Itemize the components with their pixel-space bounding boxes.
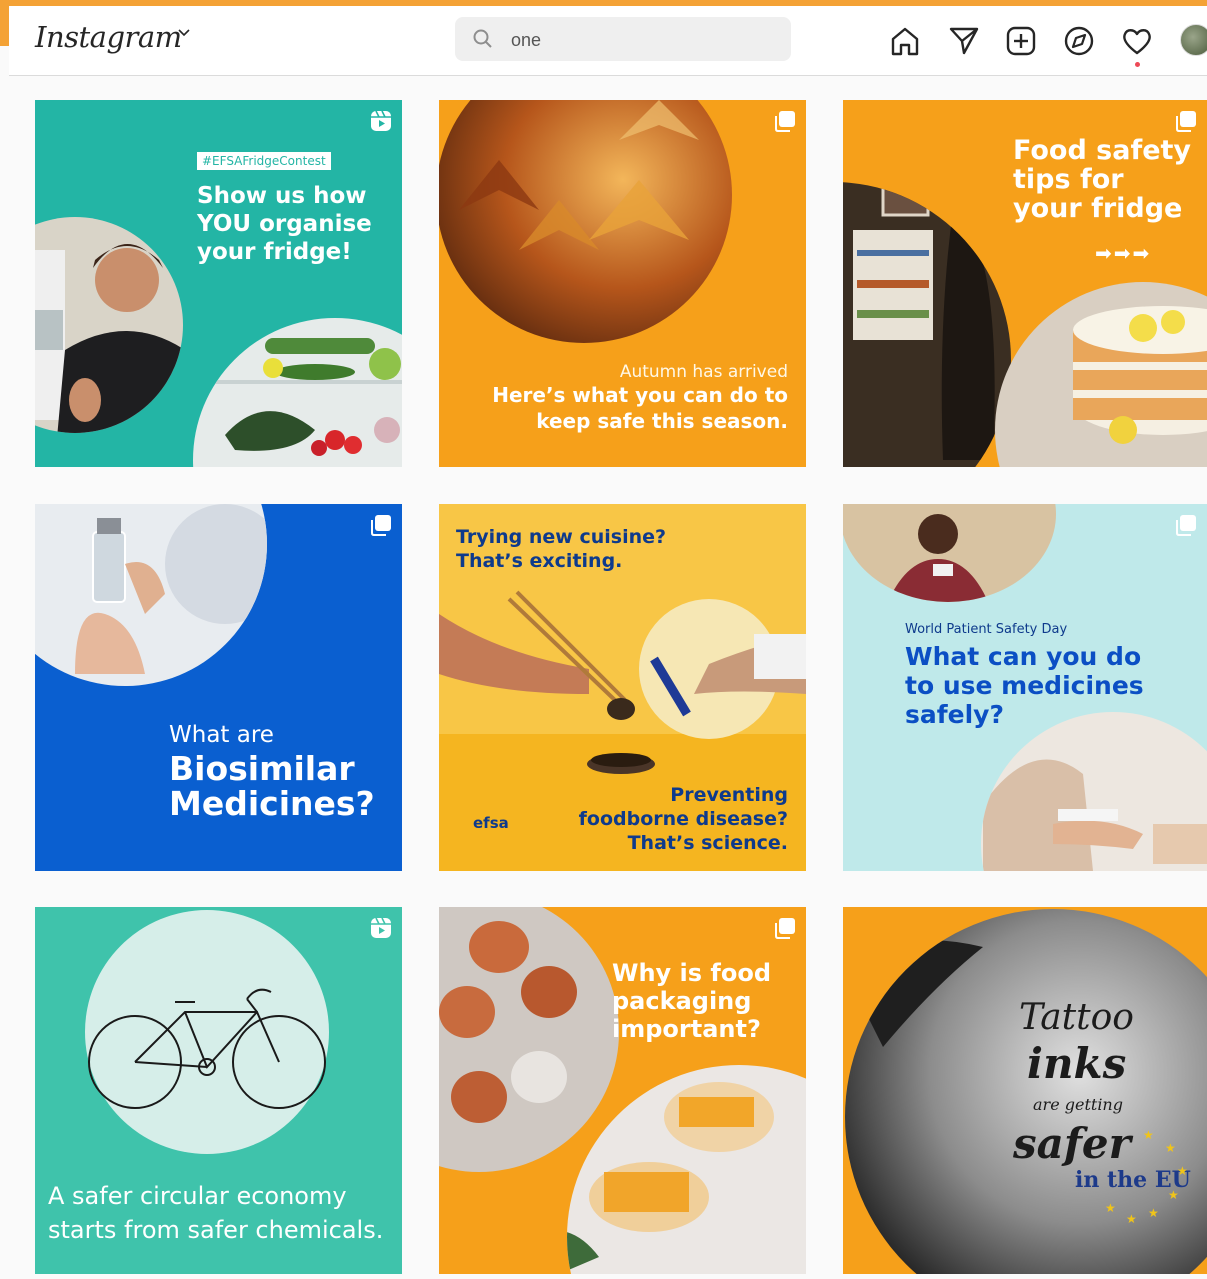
mango-cups-photo (567, 1065, 806, 1274)
post-food-packaging[interactable]: Why is food packaging important? (439, 907, 806, 1274)
post-line2: Biosimilar (169, 749, 355, 788)
post-headline-line1: Here’s what you can do to (492, 383, 788, 407)
post-line2: starts from safer chemicals. (48, 1216, 384, 1244)
post-line1: What are (169, 722, 274, 748)
post-new-cuisine[interactable]: Trying new cuisine? That’s exciting. efs… (439, 504, 806, 871)
post-line1: A safer circular economy (48, 1182, 347, 1210)
instagram-logo[interactable]: Instagram (35, 20, 182, 54)
fridge-vegetables-photo (193, 318, 402, 467)
svg-text:★: ★ (1143, 1128, 1154, 1142)
post-bottom-line1: Preventing (670, 784, 788, 806)
post-fridge-contest[interactable]: #EFSAFridgeContest Show us how YOU organ… (35, 100, 402, 467)
post-patient-safety[interactable]: World Patient Safety Day What can you do… (843, 504, 1207, 871)
top-nav-bar: Instagram (9, 6, 1207, 76)
post-tattoo-inks[interactable]: Tattoo inks are getting safer in the EU … (843, 907, 1207, 1274)
home-icon[interactable] (889, 26, 921, 56)
post-food-safety-fridge[interactable]: Food safety tips for your fridge ➡➡➡ (843, 100, 1207, 467)
search-input[interactable] (509, 27, 773, 53)
efsa-logo: efsa (473, 814, 509, 832)
browser-accent-edge (0, 6, 9, 46)
search-bar[interactable] (455, 17, 791, 61)
svg-text:★: ★ (1168, 1188, 1179, 1202)
pills-hands-photo (981, 712, 1207, 871)
svg-text:★: ★ (1105, 1201, 1116, 1215)
post-biosimilar[interactable]: What are Biosimilar Medicines? (35, 504, 402, 871)
search-icon (473, 29, 492, 48)
new-post-icon[interactable] (1005, 26, 1037, 56)
eu-stars-icon: ★★★ ★★★ ★ (1105, 1128, 1188, 1226)
cake-photo (995, 282, 1207, 467)
post-circular-economy[interactable]: A safer circular economy starts from saf… (35, 907, 402, 1274)
profile-avatar[interactable] (1180, 24, 1207, 56)
direct-messages-icon[interactable] (948, 26, 980, 56)
post-bottom-line2: foodborne disease? (578, 808, 788, 830)
post-line3: Medicines? (169, 784, 375, 823)
notification-dot (1135, 62, 1140, 67)
svg-text:★: ★ (1148, 1206, 1159, 1220)
post-subtitle: Autumn has arrived (619, 362, 788, 382)
activity-heart-icon[interactable] (1121, 26, 1153, 56)
post-autumn[interactable]: Autumn has arrived Here’s what you can d… (439, 100, 806, 467)
chevron-down-icon[interactable] (177, 28, 191, 38)
svg-text:★: ★ (1177, 1164, 1188, 1178)
post-bottom-line3: That’s science. (627, 832, 788, 854)
explore-icon[interactable] (1063, 26, 1095, 56)
post-headline-line2: keep safe this season. (536, 409, 788, 433)
svg-text:★: ★ (1165, 1141, 1176, 1155)
svg-text:★: ★ (1126, 1212, 1137, 1226)
